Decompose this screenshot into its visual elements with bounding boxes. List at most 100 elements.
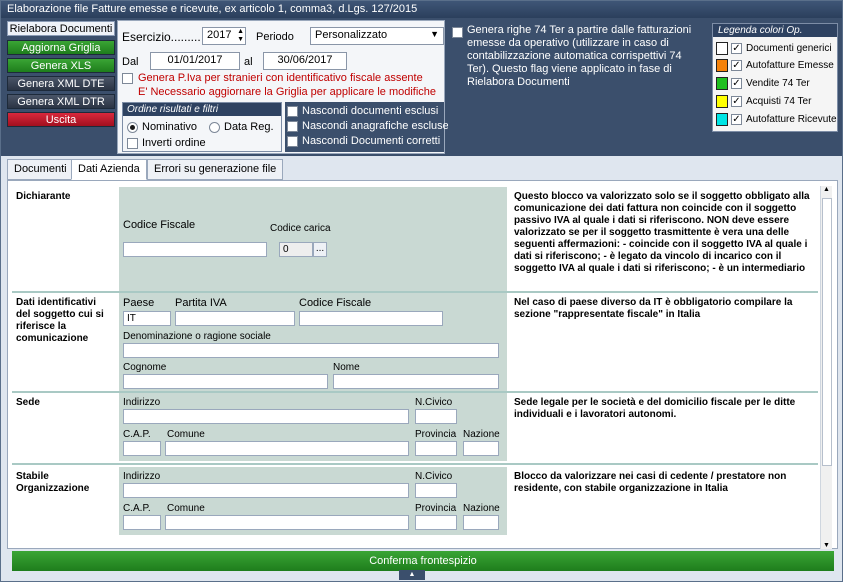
- esercizio-spinner[interactable]: 2017 ▲ ▼: [202, 27, 246, 45]
- scrollbar-thumb[interactable]: [822, 198, 832, 466]
- sede-cap-input[interactable]: [123, 441, 161, 456]
- collapse-up-icon[interactable]: ▲: [399, 570, 425, 580]
- legend-label: Autofatture Emesse: [746, 60, 834, 71]
- periodo-select[interactable]: Personalizzato ▼: [310, 27, 444, 45]
- codice-carica-input[interactable]: 0: [279, 242, 313, 257]
- dati-identificativi-form: Paese IT Partita IVA Codice Fiscale Deno…: [119, 293, 507, 391]
- stabile-nazione-input[interactable]: [463, 515, 499, 530]
- genera-xls-button[interactable]: Genera XLS: [7, 58, 115, 73]
- genera-xml-dtr-button[interactable]: Genera XML DTR: [7, 94, 115, 109]
- nascondi-documenti-corretti-checkbox[interactable]: [287, 136, 298, 147]
- denominazione-input[interactable]: [123, 343, 499, 358]
- legend-item: ✓ Acquisti 74 Ter: [716, 95, 836, 109]
- stabile-organizzazione-note: Blocco da valorizzare nei casi di cedent…: [514, 471, 787, 494]
- sede-provincia-input[interactable]: [415, 441, 457, 456]
- nascondi-anagrafiche-escluse-checkbox[interactable]: [287, 121, 298, 132]
- tab-bar: Documenti Dati Azienda Errori su generaz…: [1, 156, 842, 181]
- stabile-cap-input[interactable]: [123, 515, 161, 530]
- esercizio-label: Esercizio.........: [122, 30, 201, 44]
- ordine-panel: Ordine risultati e filtri Nominativo Dat…: [122, 102, 282, 152]
- sede-nazione-input[interactable]: [463, 441, 499, 456]
- provincia-label: Provincia: [415, 503, 457, 514]
- al-date-field[interactable]: 30/06/2017: [263, 52, 347, 70]
- scroll-up-icon[interactable]: ▲: [823, 186, 830, 193]
- lookup-ellipsis-button[interactable]: ...: [313, 242, 327, 257]
- indirizzo-label: Indirizzo: [123, 397, 161, 408]
- legend-checkbox[interactable]: ✓: [731, 43, 742, 54]
- uscita-button[interactable]: Uscita: [7, 112, 115, 127]
- rielabora-documenti-button[interactable]: Rielabora Documenti: [7, 21, 115, 36]
- cognome-label: Cognome: [123, 362, 167, 373]
- tab-dati-azienda[interactable]: Dati Azienda: [71, 159, 147, 180]
- ncivico-label: N.Civico: [415, 397, 453, 408]
- cognome-input[interactable]: [123, 374, 328, 389]
- legend-checkbox[interactable]: ✓: [731, 78, 742, 89]
- stabile-provincia-input[interactable]: [415, 515, 457, 530]
- al-label: al: [244, 56, 253, 68]
- nascondi-anagrafiche-escluse-label: Nascondi anagrafiche escluse: [302, 120, 449, 132]
- sede-section: Sede Indirizzo N.Civico C.A.P. Comune Pr…: [12, 393, 822, 461]
- ncivico-label: N.Civico: [415, 471, 453, 482]
- dichiarante-codice-fiscale-input[interactable]: [123, 242, 267, 257]
- dichiarante-section: Dichiarante Codice Fiscale Codice carica…: [12, 187, 822, 291]
- legend-checkbox[interactable]: ✓: [731, 96, 742, 107]
- nascondi-documenti-corretti-label: Nascondi Documenti corretti: [302, 135, 441, 147]
- conferma-frontespizio-button[interactable]: Conferma frontespizio: [12, 551, 834, 571]
- stabile-organizzazione-form: Indirizzo N.Civico C.A.P. Comune Provinc…: [119, 467, 507, 535]
- data-reg-radio[interactable]: [209, 122, 220, 133]
- genera-74ter-panel: Genera righe 74 Ter a partire dalle fatt…: [448, 20, 708, 154]
- legend-header: Legenda colori Op.: [713, 24, 837, 37]
- periodo-value: Personalizzato: [315, 29, 388, 41]
- codice-fiscale-input[interactable]: [299, 311, 443, 326]
- comune-label: Comune: [167, 503, 205, 514]
- tab-errori-generazione[interactable]: Errori su generazione file: [147, 159, 284, 180]
- data-reg-label: Data Reg.: [224, 121, 274, 133]
- color-swatch: [716, 59, 728, 72]
- dati-azienda-content: Dichiarante Codice Fiscale Codice carica…: [7, 180, 838, 549]
- aggiorna-griglia-button[interactable]: Aggiorna Griglia: [7, 40, 115, 55]
- tab-documenti[interactable]: Documenti: [7, 159, 74, 180]
- dati-identificativi-label: Dati identificativi del soggetto cui si …: [16, 297, 104, 344]
- inverti-ordine-checkbox[interactable]: [127, 138, 138, 149]
- nome-input[interactable]: [333, 374, 499, 389]
- dichiarante-form: Codice Fiscale Codice carica 0 ...: [119, 187, 507, 291]
- nazione-label: Nazione: [463, 429, 500, 440]
- legend-label: Documenti generici: [746, 43, 832, 54]
- piva-stranieri-checkbox[interactable]: [122, 73, 133, 84]
- nominativo-radio[interactable]: [127, 122, 138, 133]
- paese-label: Paese: [123, 297, 155, 309]
- scroll-down-icon[interactable]: ▼: [823, 542, 830, 549]
- nascondi-documenti-esclusi-checkbox[interactable]: [287, 106, 298, 117]
- comune-label: Comune: [167, 429, 205, 440]
- partita-iva-input[interactable]: [175, 311, 295, 326]
- toolbar-area: Rielabora Documenti Aggiorna Griglia Gen…: [1, 18, 842, 156]
- sede-indirizzo-input[interactable]: [123, 409, 409, 424]
- stabile-indirizzo-input[interactable]: [123, 483, 409, 498]
- legend-checkbox[interactable]: ✓: [731, 60, 742, 71]
- stabile-organizzazione-section: Stabile Organizzazione Indirizzo N.Civic…: [12, 467, 822, 535]
- dichiarante-label: Dichiarante: [16, 191, 71, 202]
- color-swatch: [716, 95, 728, 108]
- paese-input[interactable]: IT: [123, 311, 171, 326]
- sede-comune-input[interactable]: [165, 441, 409, 456]
- esercizio-value: 2017: [207, 29, 232, 41]
- vertical-scrollbar[interactable]: ▲ ▼: [820, 186, 832, 549]
- provincia-label: Provincia: [415, 429, 457, 440]
- legend-checkbox[interactable]: ✓: [731, 114, 742, 125]
- nascondi-documenti-esclusi-label: Nascondi documenti esclusi: [302, 105, 439, 117]
- codice-fiscale-label: Codice Fiscale: [123, 219, 196, 231]
- color-swatch: [716, 42, 728, 55]
- sede-form: Indirizzo N.Civico C.A.P. Comune Provinc…: [119, 393, 507, 461]
- period-panel: Esercizio......... 2017 ▲ ▼ Periodo Perso…: [117, 20, 449, 154]
- stabile-comune-input[interactable]: [165, 515, 409, 530]
- sede-label: Sede: [16, 397, 40, 408]
- warning-text: E' Necessario aggiornare la Griglia per …: [138, 86, 437, 98]
- spinner-arrows-icon[interactable]: ▲ ▼: [237, 28, 244, 44]
- genera-74ter-checkbox[interactable]: [452, 27, 463, 38]
- dal-label: Dal: [122, 56, 139, 68]
- nazione-label: Nazione: [463, 503, 500, 514]
- dal-date-field[interactable]: 01/01/2017: [150, 52, 240, 70]
- genera-xml-dte-button[interactable]: Genera XML DTE: [7, 76, 115, 91]
- sede-ncivico-input[interactable]: [415, 409, 457, 424]
- stabile-ncivico-input[interactable]: [415, 483, 457, 498]
